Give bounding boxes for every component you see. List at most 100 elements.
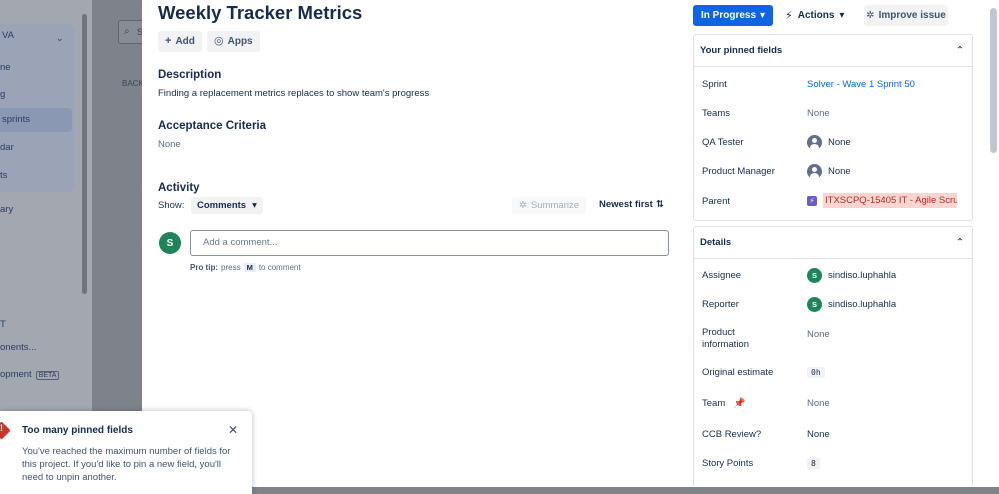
story-points-text: 8 — [807, 458, 820, 469]
parent-label: Parent — [702, 196, 730, 207]
team-label-text: Team — [702, 398, 726, 409]
acceptance-criteria-heading: Acceptance Criteria — [158, 120, 267, 132]
chevron-down-icon: ▾ — [252, 200, 257, 211]
modal-scrollbar[interactable] — [990, 8, 997, 153]
add-button-label: Add — [175, 36, 195, 47]
plus-icon: + — [165, 35, 172, 47]
issue-title[interactable]: Weekly Tracker Metrics — [158, 2, 362, 24]
pro-tip: Pro tip: press M to comment — [190, 263, 301, 272]
sort-icon: ⇅ — [655, 199, 664, 210]
product-manager-value[interactable]: None — [807, 164, 851, 179]
pro-tip-press: press — [221, 263, 241, 272]
qa-tester-text: None — [828, 137, 851, 148]
details-panel: Details ⌃ Assignee S sindiso.luphahla Re… — [693, 226, 973, 487]
user-icon — [807, 135, 822, 150]
qa-tester-label: QA Tester — [702, 137, 744, 148]
chevron-down-icon: ⌄ — [56, 33, 64, 43]
activity-heading: Activity — [158, 182, 200, 194]
background-nav-item: ary — [0, 204, 14, 215]
product-information-label-line2: information — [702, 339, 749, 350]
comment-input[interactable]: Add a comment... — [190, 230, 669, 256]
lightning-icon: ⚡ — [785, 10, 793, 22]
teams-label: Teams — [702, 108, 730, 119]
background-nav-item: opment BETA — [0, 369, 60, 380]
error-icon-mark: ! — [0, 423, 3, 433]
product-manager-label: Product Manager — [702, 166, 775, 177]
error-flag-title: Too many pinned fields — [22, 425, 133, 436]
epic-icon: ⚡ — [807, 195, 817, 206]
pro-tip-suffix: to comment — [258, 263, 301, 272]
details-header[interactable]: Details ⌃ — [694, 227, 972, 259]
apps-button-label: Apps — [227, 36, 253, 47]
pinned-fields-panel: Your pinned fields ⌃ Sprint Solver - Wav… — [693, 34, 973, 221]
apps-button[interactable]: ◎ Apps — [207, 31, 260, 52]
chevron-up-icon: ⌃ — [956, 237, 964, 248]
description-text[interactable]: Finding a replacement metrics replaces t… — [158, 88, 429, 99]
background-nav-item: ts — [0, 170, 8, 181]
avatar: S — [807, 297, 822, 312]
product-information-value[interactable]: None — [807, 329, 830, 340]
teams-value[interactable]: None — [807, 108, 830, 119]
status-dropdown[interactable]: In Progress ▾ — [693, 5, 773, 26]
pin-icon[interactable]: 📌 — [734, 398, 746, 409]
error-flag-body: You've reached the maximum number of fie… — [22, 446, 231, 483]
sparkle-icon: ✲ — [519, 200, 527, 211]
avatar: S — [807, 268, 822, 283]
summarize-button[interactable]: ✲ Summarize — [512, 197, 587, 214]
team-value[interactable]: None — [807, 398, 830, 409]
search-icon: ⌕ — [124, 26, 130, 37]
qa-tester-value[interactable]: None — [807, 135, 851, 150]
team-label: Team 📌 — [702, 398, 746, 410]
chevron-down-icon: ▾ — [759, 10, 765, 21]
story-points-value[interactable]: 8 — [807, 458, 820, 469]
background-nav-item: g — [0, 89, 6, 100]
avatar: S — [159, 232, 181, 254]
original-estimate-text: 0h — [807, 367, 825, 378]
add-button[interactable]: + Add — [158, 31, 202, 52]
parent-link[interactable]: ITXSCPQ-15405 IT - Agile Scrum — [823, 193, 957, 208]
product-information-label-line1: Product — [702, 327, 735, 338]
keyboard-key: M — [243, 263, 256, 272]
background-scrollbar — [82, 14, 87, 294]
story-points-label: Story Points — [702, 458, 754, 469]
beta-badge: BETA — [35, 371, 60, 380]
original-estimate-value[interactable]: 0h — [807, 367, 825, 378]
pro-tip-label: Pro tip: — [190, 263, 218, 272]
description-heading: Description — [158, 69, 222, 81]
background-project-label: VA — [2, 30, 14, 41]
sort-order-button[interactable]: Newest first ⇅ — [599, 199, 664, 210]
assignee-name: sindiso.luphahla — [828, 270, 897, 281]
sparkle-icon: ✲ — [866, 10, 875, 21]
reporter-value[interactable]: S sindiso.luphahla — [807, 297, 896, 312]
ccb-review-value[interactable]: None — [807, 429, 830, 440]
background-nav-item: T — [0, 319, 6, 330]
issue-modal: Weekly Tracker Metrics + Add ◎ Apps Desc… — [142, 0, 999, 487]
user-icon — [807, 164, 822, 179]
chevron-up-icon: ⌃ — [956, 45, 964, 56]
product-manager-text: None — [828, 166, 851, 177]
details-heading: Details — [700, 237, 732, 248]
sprint-label: Sprint — [702, 79, 727, 90]
pinned-fields-header[interactable]: Your pinned fields ⌃ — [694, 35, 972, 67]
sprint-value[interactable]: Solver - Wave 1 Sprint 50 — [807, 79, 915, 90]
actions-label: Actions — [797, 10, 835, 21]
original-estimate-label: Original estimate — [702, 367, 774, 378]
apps-icon: ◎ — [214, 35, 224, 47]
background-nav-item: ne — [0, 62, 11, 73]
acceptance-criteria-value[interactable]: None — [158, 139, 181, 150]
actions-button[interactable]: ⚡ Actions ▾ — [785, 5, 844, 26]
error-flag: ! Too many pinned fields ✕ You've reache… — [0, 411, 252, 494]
product-information-label: Product information — [702, 327, 749, 351]
activity-filter-dropdown[interactable]: Comments ▾ — [191, 197, 263, 214]
assignee-value[interactable]: S sindiso.luphahla — [807, 268, 896, 283]
background-nav-item: dar — [0, 142, 14, 153]
parent-value[interactable]: ⚡ ITXSCPQ-15405 IT - Agile Scrum — [807, 193, 957, 208]
close-icon[interactable]: ✕ — [228, 423, 238, 437]
pinned-fields-heading: Your pinned fields — [700, 45, 783, 56]
background-nav-item: onents... — [0, 342, 37, 353]
summarize-label: Summarize — [530, 200, 580, 211]
ccb-review-label: CCB Review? — [702, 429, 762, 440]
background-back-label: BACK — [122, 79, 144, 88]
improve-issue-button[interactable]: ✲ Improve issue — [864, 5, 948, 26]
activity-filter-value: Comments — [197, 200, 247, 211]
